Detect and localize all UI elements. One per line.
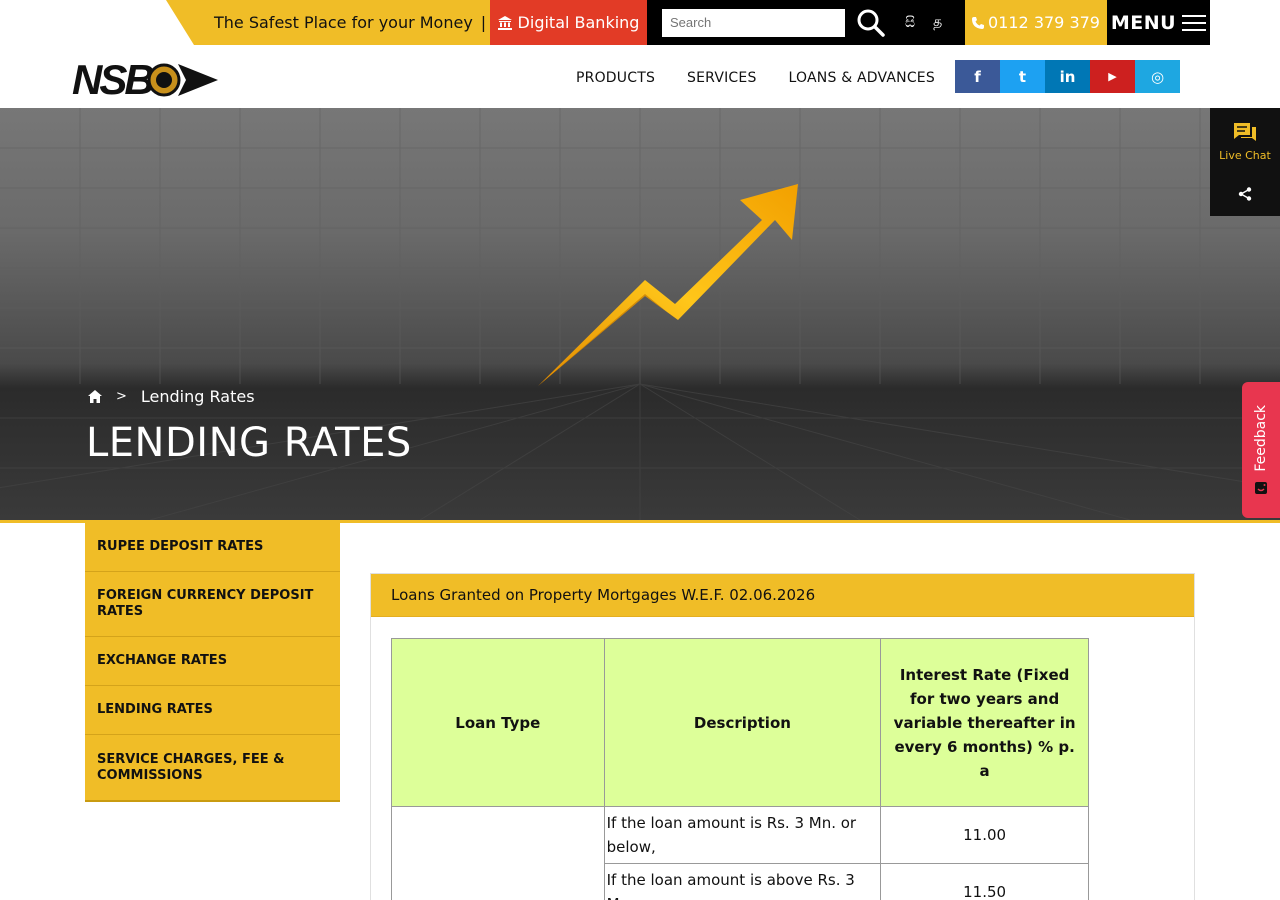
lang-tamil-link[interactable]: த [933,14,942,32]
column-header-loan-type: Loan Type [391,638,605,807]
search-button[interactable] [855,7,887,39]
description-cell: If the loan amount is Rs. 3 Mn. or below… [603,806,882,864]
breadcrumb: > Lending Rates [88,387,255,406]
sidebar-item-lending-rates[interactable]: LENDING RATES [85,686,340,735]
facebook-icon[interactable]: f [955,60,1000,93]
search-area: සි த [647,0,965,45]
live-chat-widget: Live Chat [1210,108,1280,216]
share-icon [1238,187,1252,201]
hamburger-icon [1182,14,1207,31]
nsb-logo[interactable]: NSB [72,56,232,103]
sidebar-item-rupee-deposit-rates[interactable]: RUPEE DEPOSIT RATES [85,523,340,572]
logo-emblem-icon [147,63,218,97]
tagline-text: The Safest Place for your Money [214,13,473,32]
loan-type-cell [391,806,605,900]
sidebar-item-service-charges[interactable]: SERVICE CHARGES, FEE & COMMISSIONS [85,735,340,800]
digital-banking-button[interactable]: Digital Banking [490,0,647,45]
live-chat-button[interactable]: Live Chat [1219,108,1271,174]
menu-button[interactable]: MENU [1107,0,1210,45]
tagline-separator: | [480,13,487,32]
youtube-icon[interactable]: ▶ [1090,60,1135,93]
feedback-label: Feedback [1253,404,1269,472]
nav-services[interactable]: SERVICES [671,70,773,86]
linkedin-icon[interactable]: in [1045,60,1090,93]
column-header-interest-rate: Interest Rate (Fixed for two years and v… [880,638,1089,807]
search-input[interactable] [662,8,845,37]
search-icon [857,9,885,37]
lang-sinhala-link[interactable]: සි [905,15,915,31]
sidebar-item-foreign-currency-deposit-rates[interactable]: FOREIGN CURRENCY DEPOSIT RATES [85,572,340,637]
description-cell: If the loan amount is above Rs. 3 Mn. [603,863,882,900]
table-row: If the loan amount is Rs. 3 Mn. or below… [391,806,1089,900]
breadcrumb-current: Lending Rates [140,387,255,406]
breadcrumb-separator: > [116,389,127,404]
share-button[interactable] [1238,174,1252,214]
phone-link[interactable]: 0112 379 379 [965,0,1107,45]
social-links: f t in ▶ ◎ [955,60,1180,93]
feedback-tab[interactable]: Feedback [1242,382,1280,518]
bank-icon [497,15,512,30]
logo-text: NSB [72,56,155,103]
page-title: LENDING RATES [86,420,412,466]
phone-number: 0112 379 379 [988,13,1100,32]
instagram-icon[interactable]: ◎ [1135,60,1180,93]
main-nav: PRODUCTS SERVICES LOANS & ADVANCES [560,70,951,86]
top-bar: The Safest Place for your Money | Digita… [166,0,1210,45]
lending-rates-panel: Loans Granted on Property Mortgages W.E.… [370,573,1195,900]
live-chat-label: Live Chat [1219,148,1271,162]
column-header-description: Description [603,638,882,807]
chat-icon [1233,122,1256,141]
lending-rates-table: Loan Type Description Interest Rate (Fix… [391,638,1089,900]
nav-loans-advances[interactable]: LOANS & ADVANCES [773,70,951,86]
table-header-row: Loan Type Description Interest Rate (Fix… [391,638,1089,807]
sidebar-item-exchange-rates[interactable]: EXCHANGE RATES [85,637,340,686]
tagline: The Safest Place for your Money | [166,0,490,45]
rates-sidebar: RUPEE DEPOSIT RATES FOREIGN CURRENCY DEP… [85,523,340,802]
panel-title: Loans Granted on Property Mortgages W.E.… [371,574,1194,617]
menu-label: MENU [1110,11,1177,34]
digital-banking-label: Digital Banking [517,13,640,32]
rate-cell: 11.50 [880,863,1089,900]
nav-products[interactable]: PRODUCTS [560,70,671,86]
twitter-icon[interactable]: t [1000,60,1045,93]
home-icon[interactable] [88,390,102,403]
phone-icon [972,16,985,29]
feedback-smiley-icon [1255,482,1267,495]
rate-cell: 11.00 [880,806,1089,864]
